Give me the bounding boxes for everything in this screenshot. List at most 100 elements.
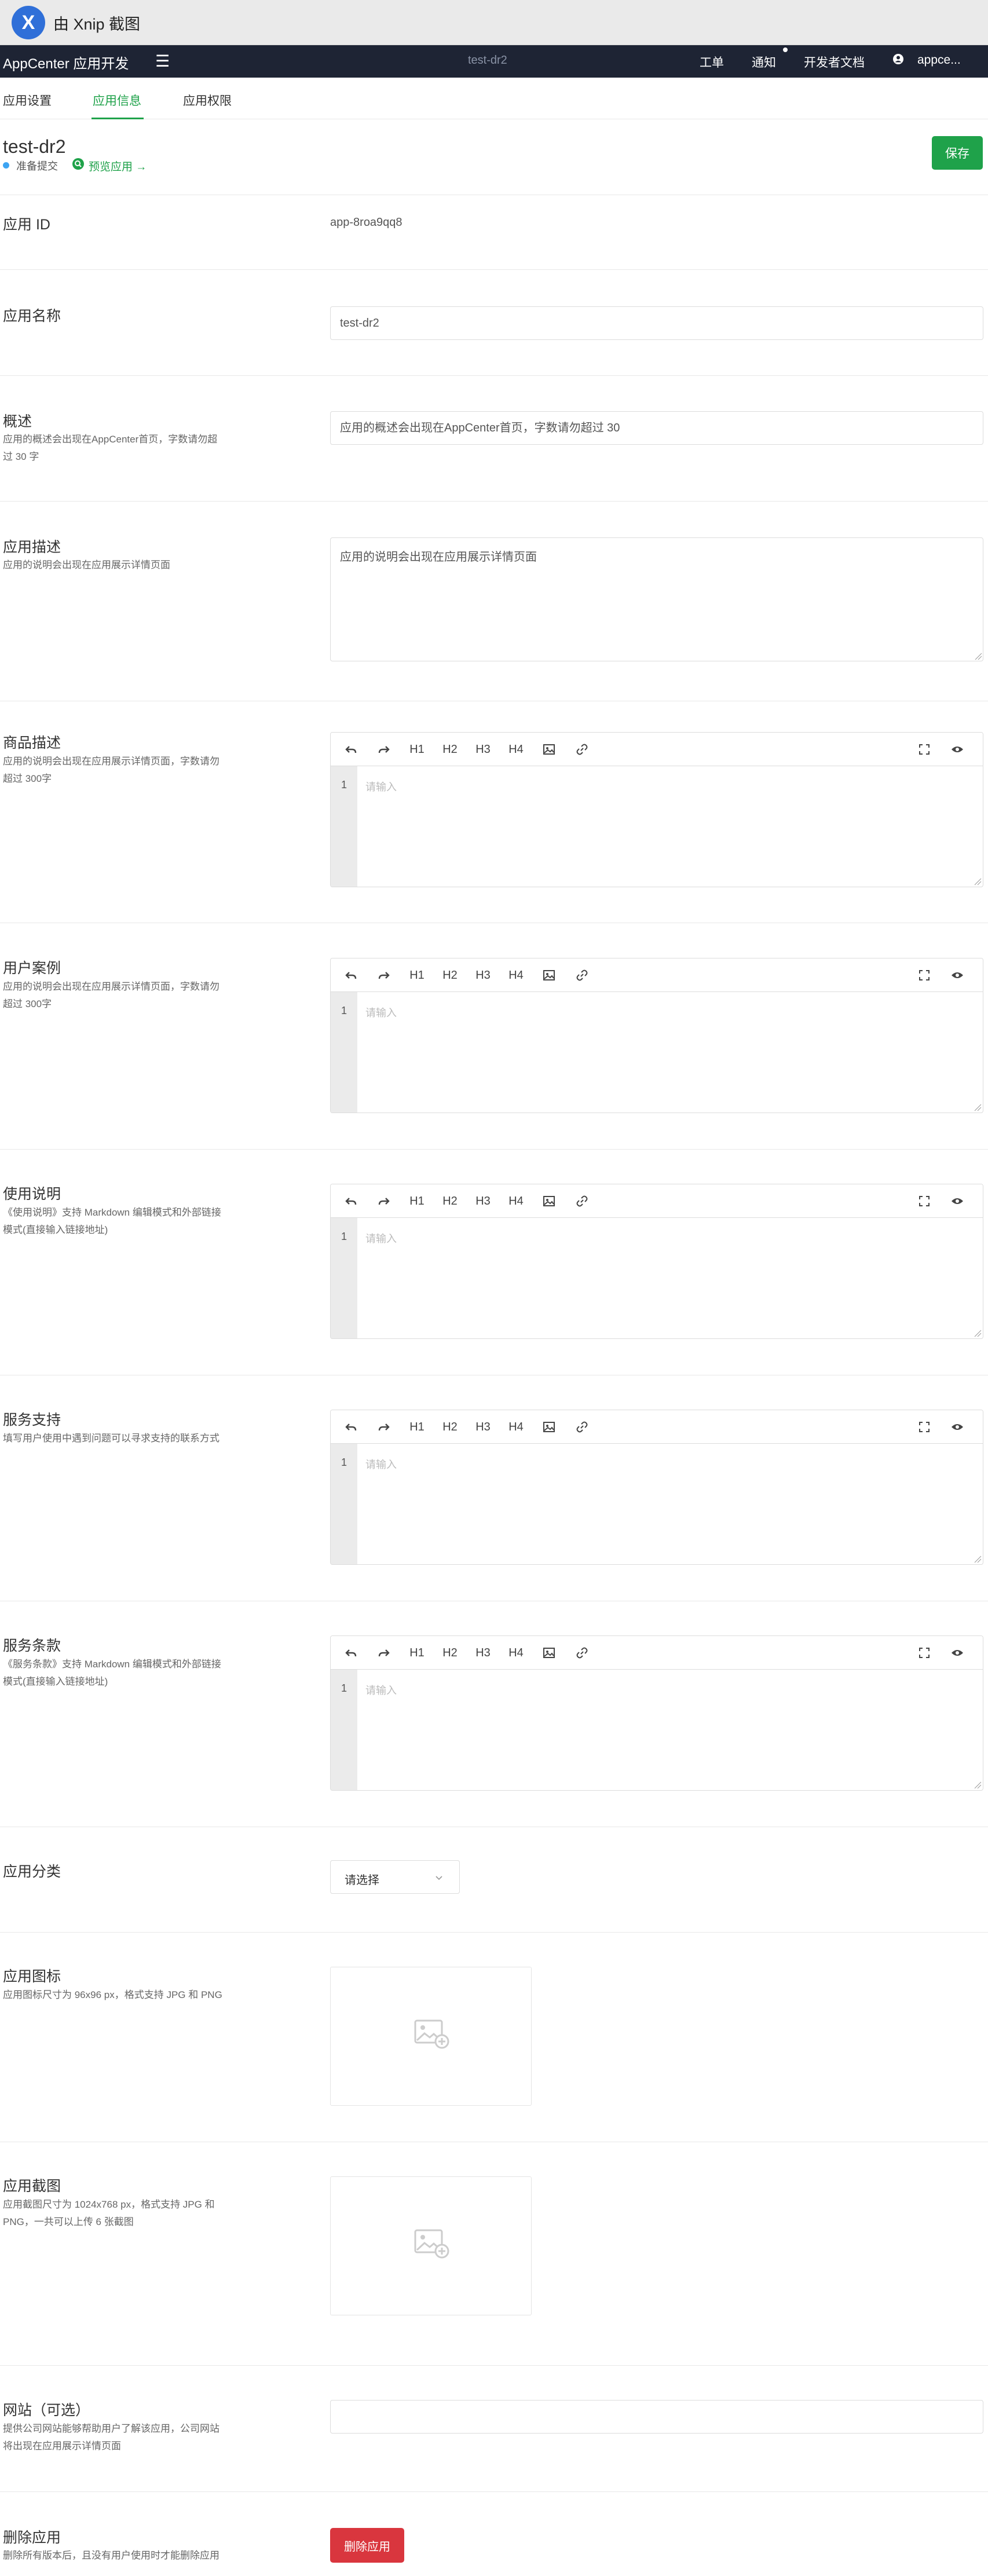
editor-placeholder[interactable]: 请输入 — [365, 1231, 397, 1246]
screenshots-upload[interactable] — [330, 2176, 532, 2315]
redo-icon[interactable] — [374, 740, 394, 759]
current-app-title: test-dr2 — [468, 54, 507, 67]
h2-button[interactable]: H2 — [440, 740, 460, 759]
editor-placeholder[interactable]: 请输入 — [365, 779, 397, 794]
resize-grip-icon[interactable] — [974, 1555, 982, 1563]
image-placeholder-icon — [414, 2019, 449, 2049]
nav-item-notifications[interactable]: 通知 — [752, 53, 776, 71]
image-icon[interactable] — [539, 965, 559, 985]
fullscreen-icon[interactable] — [914, 1417, 934, 1437]
h3-button[interactable]: H3 — [473, 1191, 493, 1211]
image-icon[interactable] — [539, 1417, 559, 1437]
image-icon[interactable] — [539, 740, 559, 759]
image-icon[interactable] — [539, 1191, 559, 1211]
link-icon[interactable] — [572, 1643, 592, 1663]
h3-button[interactable]: H3 — [473, 1417, 493, 1437]
h2-button[interactable]: H2 — [440, 1417, 460, 1437]
editor-placeholder[interactable]: 请输入 — [365, 1682, 397, 1697]
website-input[interactable] — [330, 2400, 983, 2434]
preview-eye-icon[interactable] — [947, 1417, 967, 1437]
description-textarea[interactable]: 应用的说明会出现在应用展示详情页面 — [330, 537, 983, 661]
resize-grip-icon[interactable] — [974, 877, 982, 885]
image-icon[interactable] — [539, 1643, 559, 1663]
preview-eye-icon[interactable] — [947, 965, 967, 985]
save-button[interactable]: 保存 — [932, 136, 983, 170]
preview-eye-icon[interactable] — [947, 1191, 967, 1211]
tab-app-info[interactable]: 应用信息 — [93, 92, 141, 109]
h4-button[interactable]: H4 — [506, 965, 526, 985]
undo-icon[interactable] — [341, 1643, 361, 1663]
split-view-icon[interactable] — [980, 965, 983, 985]
preview-eye-icon[interactable] — [947, 740, 967, 759]
summary-input[interactable]: 应用的概述会出现在AppCenter首页，字数请勿超过 30 — [330, 411, 983, 445]
user-cases-editor[interactable]: H1 H2 H3 H4 1 请输入 — [330, 958, 983, 1113]
split-view-icon[interactable] — [980, 1191, 983, 1211]
terms-editor[interactable]: H1 H2 H3 H4 1 请输入 — [330, 1635, 983, 1791]
undo-icon[interactable] — [341, 965, 361, 985]
h4-button[interactable]: H4 — [506, 1643, 526, 1663]
tab-app-settings[interactable]: 应用设置 — [3, 92, 52, 109]
editor-placeholder[interactable]: 请输入 — [365, 1457, 397, 1472]
editor-toolbar: H1 H2 H3 H4 — [331, 1636, 983, 1670]
line-number: 1 — [341, 1231, 347, 1242]
brand-title[interactable]: AppCenter 应用开发 — [3, 52, 129, 72]
fullscreen-icon[interactable] — [914, 1643, 934, 1663]
link-icon[interactable] — [572, 1191, 592, 1211]
h3-button[interactable]: H3 — [473, 740, 493, 759]
h3-button[interactable]: H3 — [473, 1643, 493, 1663]
hamburger-menu-icon[interactable]: ☰ — [155, 53, 170, 69]
undo-icon[interactable] — [341, 740, 361, 759]
h1-button[interactable]: H1 — [407, 740, 427, 759]
divider — [0, 2491, 988, 2492]
fullscreen-icon[interactable] — [914, 1191, 934, 1211]
undo-icon[interactable] — [341, 1191, 361, 1211]
app-name-input[interactable]: test-dr2 — [330, 306, 983, 340]
h2-button[interactable]: H2 — [440, 1191, 460, 1211]
h4-button[interactable]: H4 — [506, 740, 526, 759]
resize-grip-icon[interactable] — [974, 1103, 982, 1111]
delete-app-button[interactable]: 删除应用 — [330, 2528, 404, 2563]
product-desc-help-text: 应用的说明会出现在应用展示详情页面，字数请勿超过 300字 — [3, 756, 219, 784]
undo-icon[interactable] — [341, 1417, 361, 1437]
h3-button[interactable]: H3 — [473, 965, 493, 985]
split-view-icon[interactable] — [980, 1417, 983, 1437]
icon-upload[interactable] — [330, 1967, 532, 2106]
h4-button[interactable]: H4 — [506, 1417, 526, 1437]
preview-app-link[interactable]: 预览应用 → — [89, 158, 147, 174]
xnip-title: 由 Xnip 截图 — [53, 16, 141, 33]
app-id-label: 应用 ID — [3, 217, 50, 233]
nav-item-dev-docs[interactable]: 开发者文档 — [804, 53, 865, 71]
h1-button[interactable]: H1 — [407, 965, 427, 985]
tab-app-permissions[interactable]: 应用权限 — [183, 92, 232, 109]
product-desc-editor[interactable]: H1 H2 H3 H4 1 请输入 — [330, 732, 983, 887]
split-view-icon[interactable] — [980, 740, 983, 759]
resize-grip-icon[interactable] — [974, 1329, 982, 1337]
usage-editor[interactable]: H1 H2 H3 H4 1 请输入 — [330, 1184, 983, 1339]
fullscreen-icon[interactable] — [914, 740, 934, 759]
category-select[interactable]: 请选择 — [330, 1860, 460, 1894]
user-icon[interactable] — [892, 53, 905, 65]
h1-button[interactable]: H1 — [407, 1191, 427, 1211]
redo-icon[interactable] — [374, 965, 394, 985]
h1-button[interactable]: H1 — [407, 1643, 427, 1663]
h4-button[interactable]: H4 — [506, 1191, 526, 1211]
redo-icon[interactable] — [374, 1191, 394, 1211]
link-icon[interactable] — [572, 1417, 592, 1437]
h2-button[interactable]: H2 — [440, 1643, 460, 1663]
editor-placeholder[interactable]: 请输入 — [365, 1005, 397, 1020]
support-editor[interactable]: H1 H2 H3 H4 1 请输入 — [330, 1410, 983, 1565]
terms-label: 服务条款 — [3, 1638, 61, 1654]
split-view-icon[interactable] — [980, 1643, 983, 1663]
redo-icon[interactable] — [374, 1417, 394, 1437]
preview-eye-icon[interactable] — [947, 1643, 967, 1663]
resize-grip-icon[interactable] — [974, 1781, 982, 1789]
h2-button[interactable]: H2 — [440, 965, 460, 985]
link-icon[interactable] — [572, 965, 592, 985]
link-icon[interactable] — [572, 740, 592, 759]
fullscreen-icon[interactable] — [914, 965, 934, 985]
user-menu[interactable]: appce... — [917, 53, 961, 67]
h1-button[interactable]: H1 — [407, 1417, 427, 1437]
resize-grip-icon[interactable] — [974, 652, 982, 660]
nav-item-tickets[interactable]: 工单 — [700, 53, 724, 71]
redo-icon[interactable] — [374, 1643, 394, 1663]
